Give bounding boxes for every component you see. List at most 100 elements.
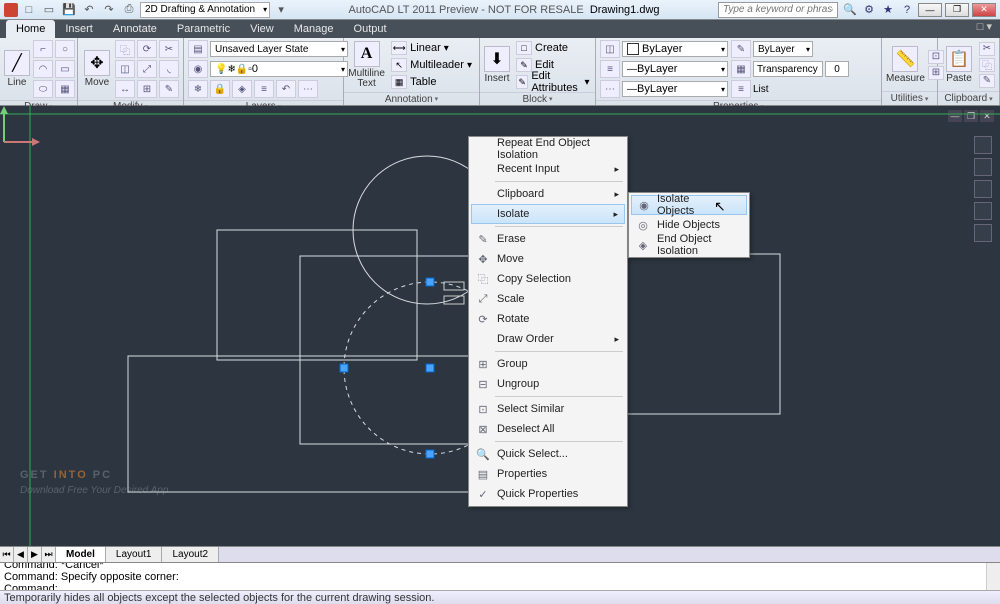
panel-title-utilities[interactable]: Utilities xyxy=(882,91,937,105)
panel-title-annotation[interactable]: Annotation xyxy=(344,92,479,105)
tab-layout1[interactable]: Layout1 xyxy=(106,547,163,562)
tab-layout2[interactable]: Layout2 xyxy=(162,547,219,562)
tabnav-first-icon[interactable]: ⏮ xyxy=(0,547,14,562)
nav-showmotion-icon[interactable] xyxy=(974,224,992,242)
ctx-move[interactable]: ✥Move xyxy=(471,249,625,269)
layer-match-icon[interactable]: ≡ xyxy=(254,80,274,98)
ctx-repeat[interactable]: Repeat End Object Isolation xyxy=(471,139,625,159)
rectangle-icon[interactable]: ▭ xyxy=(55,60,75,78)
trim-icon[interactable]: ✂ xyxy=(159,40,179,58)
erase-icon[interactable]: ✎ xyxy=(159,80,179,98)
multileader-button[interactable]: ↖Multileader ▾ xyxy=(388,57,475,73)
command-prompt[interactable]: Command: xyxy=(4,583,996,591)
transparency-input[interactable] xyxy=(753,61,823,77)
nav-orbit-icon[interactable] xyxy=(974,202,992,220)
qat-save-icon[interactable]: 💾 xyxy=(60,2,78,18)
insert-button[interactable]: ⬇ Insert xyxy=(484,46,510,84)
list-label[interactable]: List xyxy=(753,84,769,95)
lineweight-dropdown[interactable]: — ByLayer xyxy=(622,61,728,77)
tab-output[interactable]: Output xyxy=(344,20,397,38)
ctx-end-isolation[interactable]: ◈End Object Isolation xyxy=(631,235,747,255)
workspace-dropdown[interactable]: 2D Drafting & Annotation xyxy=(140,2,270,18)
circle-icon[interactable]: ○ xyxy=(55,40,75,58)
layer-off-icon[interactable]: ◉ xyxy=(188,60,208,78)
qat-print-icon[interactable]: ⎙ xyxy=(120,2,138,18)
ctx-properties[interactable]: ▤Properties xyxy=(471,464,625,484)
app-icon[interactable] xyxy=(4,3,18,17)
tabnav-next-icon[interactable]: ▶ xyxy=(28,547,42,562)
ctx-quick-select[interactable]: 🔍Quick Select... xyxy=(471,444,625,464)
scale-icon[interactable]: ⤢ xyxy=(137,60,157,78)
mirror-icon[interactable]: ◫ xyxy=(115,60,135,78)
ctx-quick-properties[interactable]: ✓Quick Properties xyxy=(471,484,625,504)
search-go-icon[interactable]: 🔍 xyxy=(842,2,858,18)
ctx-draw-order[interactable]: Draw Order xyxy=(471,329,625,349)
bylayer-button[interactable]: ByLayer xyxy=(753,41,813,57)
match-icon[interactable]: ✎ xyxy=(731,40,751,58)
stretch-icon[interactable]: ↔ xyxy=(115,80,135,98)
layer-prev-icon[interactable]: ↶ xyxy=(276,80,296,98)
layer-iso-icon[interactable]: ◈ xyxy=(232,80,252,98)
tab-insert[interactable]: Insert xyxy=(55,20,103,38)
qat-undo-icon[interactable]: ↶ xyxy=(80,2,98,18)
ctx-deselect-all[interactable]: ⊠Deselect All xyxy=(471,419,625,439)
layer-properties-icon[interactable]: ▤ xyxy=(188,40,208,58)
ctx-clipboard[interactable]: Clipboard xyxy=(471,184,625,204)
linear-dim-button[interactable]: ⟷Linear ▾ xyxy=(388,40,475,56)
color-icon[interactable]: ◫ xyxy=(600,40,620,58)
layer-state-dropdown[interactable]: Unsaved Layer State xyxy=(210,41,348,57)
lineweight-icon[interactable]: ≡ xyxy=(600,60,620,78)
nav-pan-icon[interactable] xyxy=(974,158,992,176)
favorite-icon[interactable]: ★ xyxy=(880,2,896,18)
qat-more-icon[interactable]: ▾ xyxy=(272,2,290,18)
polyline-icon[interactable]: ⌐ xyxy=(33,40,53,58)
nav-zoom-icon[interactable] xyxy=(974,180,992,198)
linetype-dropdown[interactable]: — ByLayer xyxy=(622,81,728,97)
ctx-scale[interactable]: ⤢Scale xyxy=(471,289,625,309)
maximize-button[interactable]: ❐ xyxy=(945,3,969,17)
line-button[interactable]: ╱ Line xyxy=(4,50,30,88)
ctx-rotate[interactable]: ⟳Rotate xyxy=(471,309,625,329)
ctx-group[interactable]: ⊞Group xyxy=(471,354,625,374)
transparency-value[interactable] xyxy=(825,61,849,77)
ctx-recent-input[interactable]: Recent Input xyxy=(471,159,625,179)
move-button[interactable]: ✥ Move xyxy=(82,50,112,88)
qat-open-icon[interactable]: ▭ xyxy=(40,2,58,18)
qat-new-icon[interactable]: □ xyxy=(20,2,38,18)
layer-freeze-icon[interactable]: ❄ xyxy=(188,80,208,98)
list-icon[interactable]: ≡ xyxy=(731,80,751,98)
rotate-icon[interactable]: ⟳ xyxy=(137,40,157,58)
mtext-button[interactable]: A Multiline Text xyxy=(348,41,385,89)
tab-annotate[interactable]: Annotate xyxy=(103,20,167,38)
linetype-icon[interactable]: ⋯ xyxy=(600,80,620,98)
fillet-icon[interactable]: ◟ xyxy=(159,60,179,78)
color-dropdown[interactable]: ByLayer xyxy=(622,41,728,57)
ctx-isolate-objects[interactable]: ◉Isolate Objects xyxy=(631,195,747,215)
ctx-erase[interactable]: ✎Erase xyxy=(471,229,625,249)
tab-home[interactable]: Home xyxy=(6,20,55,38)
paste-button[interactable]: 📋 Paste xyxy=(942,46,976,84)
ellipse-icon[interactable]: ⬭ xyxy=(33,80,53,98)
array-icon[interactable]: ⊞ xyxy=(137,80,157,98)
measure-button[interactable]: 📏 Measure xyxy=(886,46,925,84)
command-line[interactable]: Command: *Cancel* Command: Specify oppos… xyxy=(0,562,1000,590)
tabnav-last-icon[interactable]: ⏭ xyxy=(42,547,56,562)
help-icon[interactable]: ? xyxy=(899,2,915,18)
transparency-icon[interactable]: ▦ xyxy=(731,60,751,78)
command-scrollbar[interactable] xyxy=(986,563,1000,590)
copy-clip-icon[interactable]: ⿻ xyxy=(979,58,995,72)
hatch-icon[interactable]: ▦ xyxy=(55,80,75,98)
infocenter-icon[interactable]: ⚙ xyxy=(861,2,877,18)
layer-lock-icon[interactable]: 🔒 xyxy=(210,80,230,98)
ctx-select-similar[interactable]: ⊡Select Similar xyxy=(471,399,625,419)
nav-wheel-icon[interactable] xyxy=(974,136,992,154)
block-create-button[interactable]: □Create xyxy=(513,40,593,56)
tab-manage[interactable]: Manage xyxy=(284,20,344,38)
matchprop-icon[interactable]: ✎ xyxy=(979,74,995,88)
layer-dropdown[interactable]: 💡❄🔒▫ 0 xyxy=(210,61,348,77)
tab-model[interactable]: Model xyxy=(56,547,106,562)
copy-icon[interactable]: ⿻ xyxy=(115,40,135,58)
ctx-ungroup[interactable]: ⊟Ungroup xyxy=(471,374,625,394)
panel-title-block[interactable]: Block xyxy=(480,92,595,105)
layer-more-icon[interactable]: ⋯ xyxy=(298,80,318,98)
